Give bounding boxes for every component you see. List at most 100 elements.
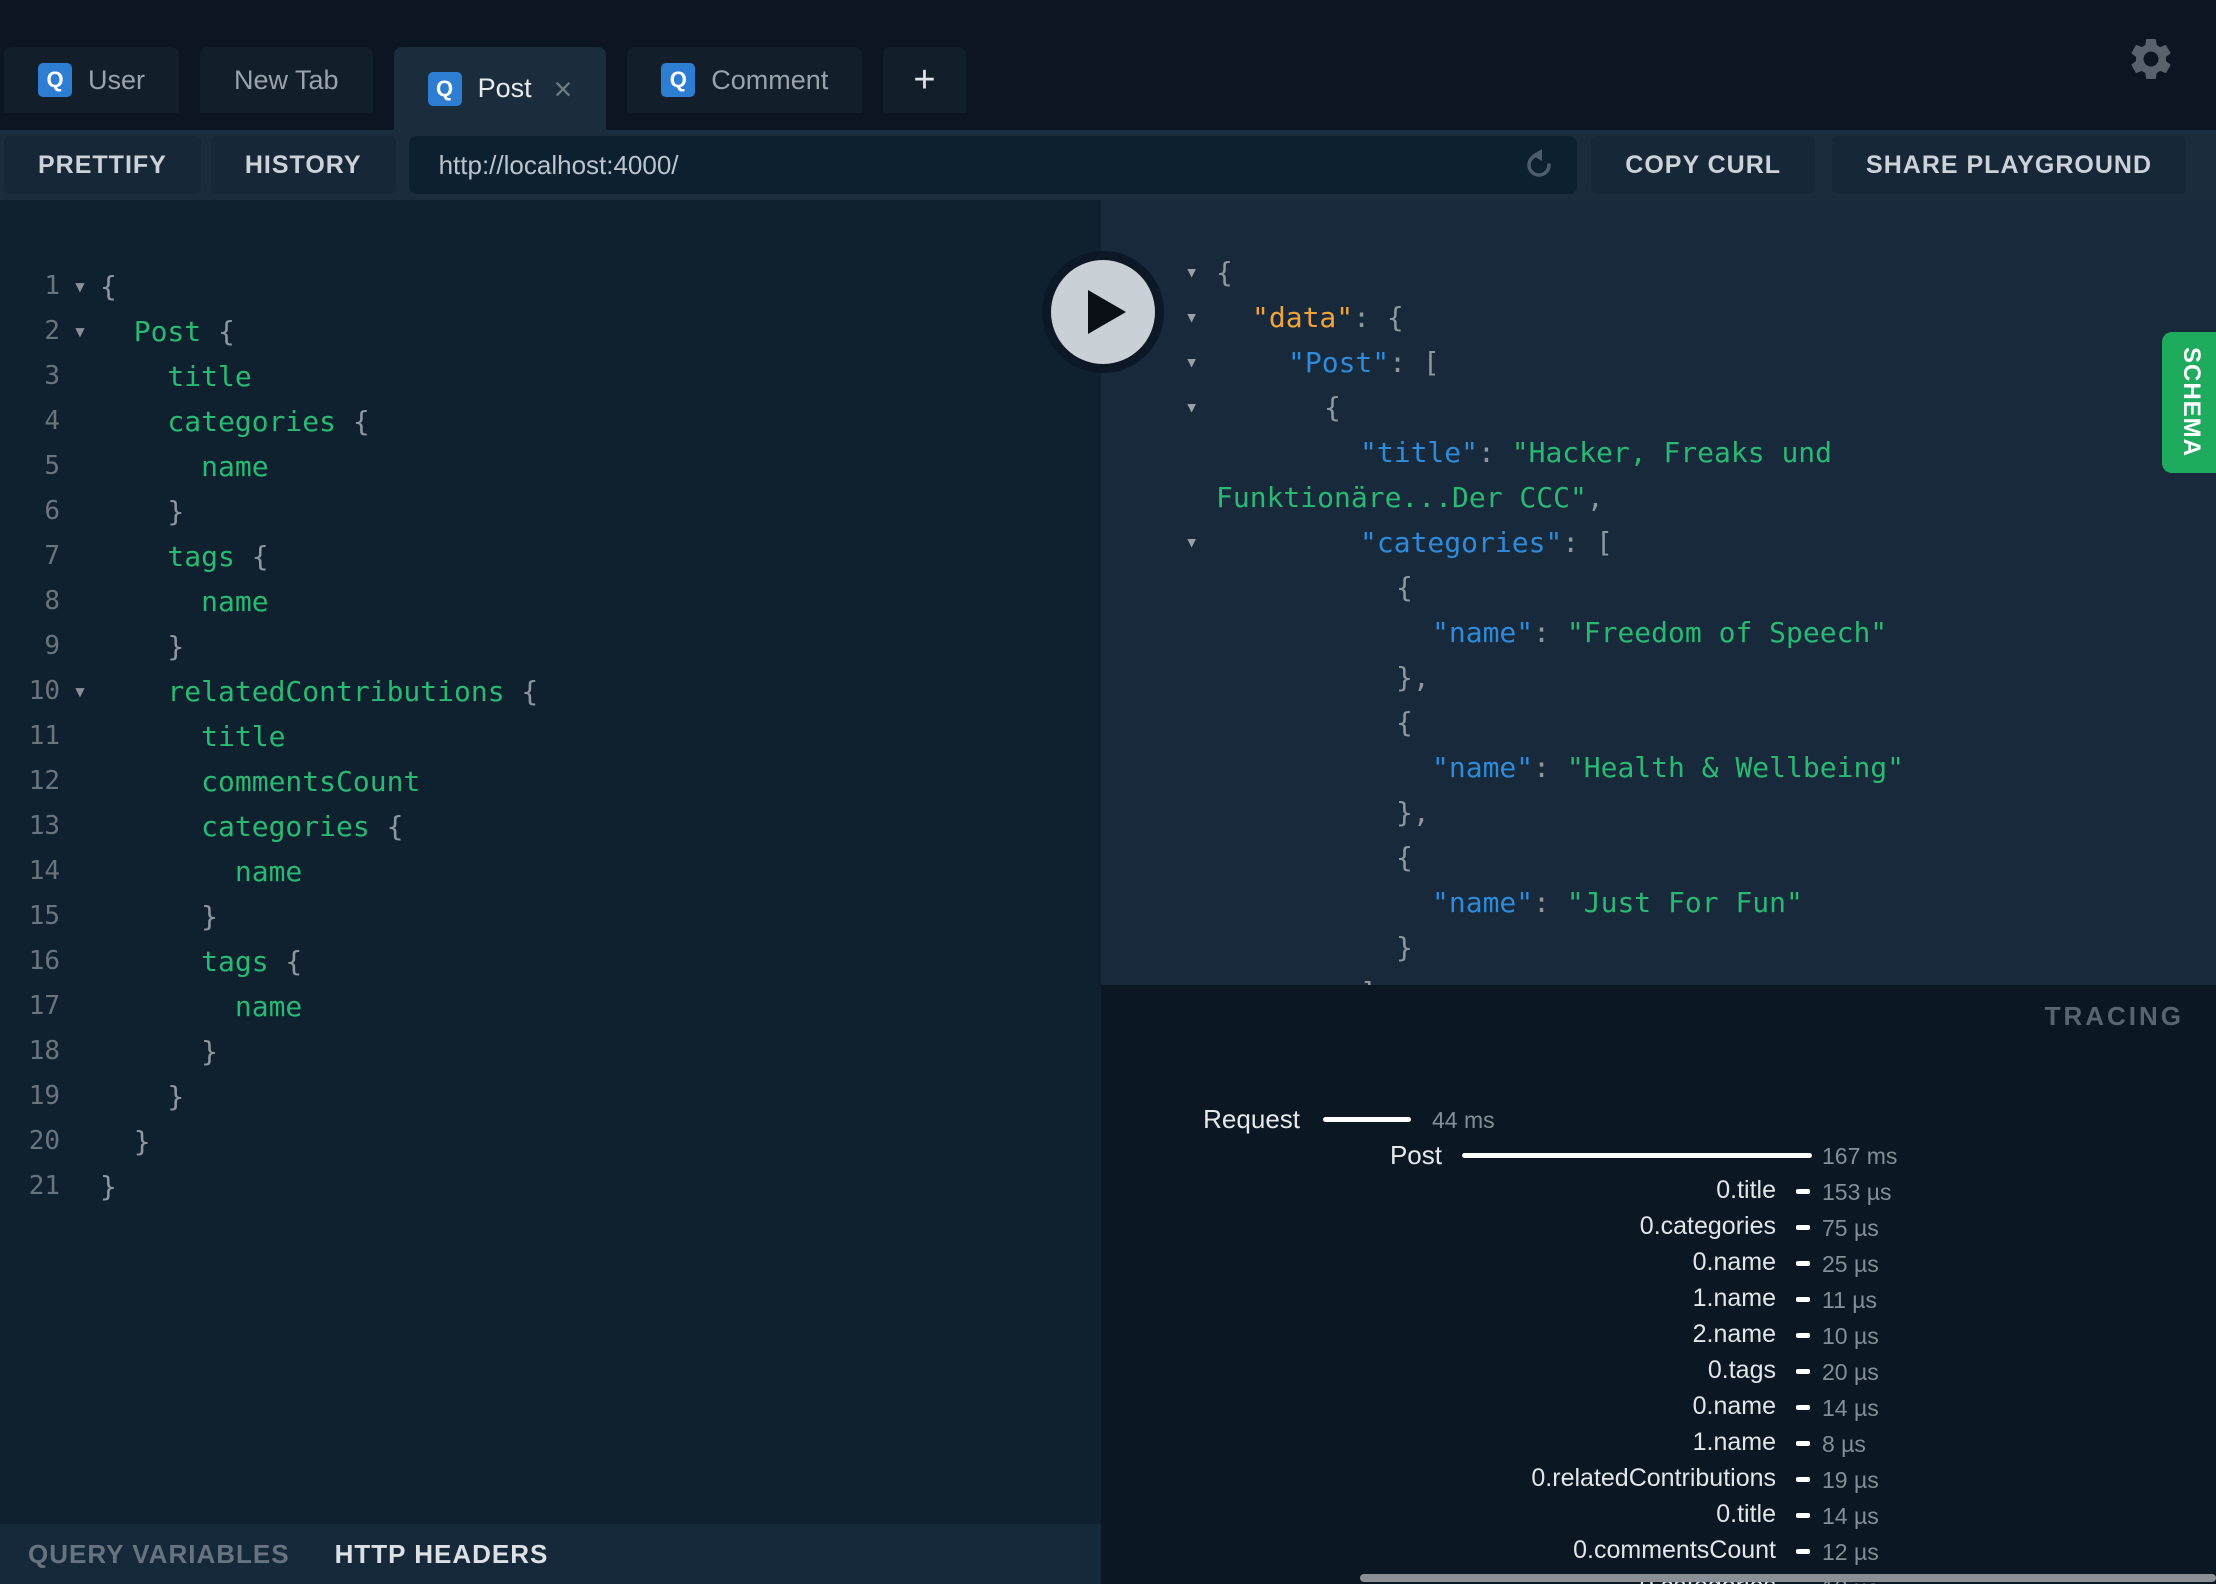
trace-duration: 44 ms: [1432, 1107, 1495, 1133]
editor-line: 20 }: [0, 1119, 1101, 1164]
code-token: categories: [100, 405, 337, 438]
editor-line: 17 name: [0, 984, 1101, 1029]
resolver-path: 0.title: [1716, 1176, 1776, 1204]
fold-arrow-icon[interactable]: ▾: [60, 309, 100, 354]
endpoint-input[interactable]: http://localhost:4000/: [408, 136, 1578, 194]
prettify-button[interactable]: PRETTIFY: [4, 136, 201, 194]
fold-arrow-icon[interactable]: ▾: [60, 669, 100, 714]
code-token: "title": [1360, 436, 1479, 469]
editor-line: 19 }: [0, 1074, 1101, 1119]
line-number: 11: [28, 721, 60, 751]
resolver-duration: 10 µs: [1822, 1323, 1879, 1349]
line-code: "title": "Hacker, Freaks und: [1216, 430, 1832, 475]
horizontal-scrollbar-thumb[interactable]: [1360, 1574, 2216, 1582]
code-token: name: [100, 990, 303, 1023]
resolver-duration: 153 µs: [1822, 1179, 1892, 1205]
collapse-arrow-icon[interactable]: ▾: [1101, 520, 1216, 565]
editor-line: 1 ▾{: [0, 264, 1101, 309]
collapse-arrow-icon[interactable]: ▾: [1101, 385, 1216, 430]
resolver-path: 1.name: [1692, 1428, 1776, 1456]
line-code: categories {: [100, 399, 370, 444]
response-line: ▾ "categories": [: [1101, 520, 2216, 565]
history-button[interactable]: HISTORY: [210, 136, 396, 194]
line-code: commentsCount: [100, 759, 420, 804]
tab-bar: Q User New Tab Q Post × Q Comment +: [0, 0, 2216, 130]
copy-curl-button[interactable]: COPY CURL: [1591, 136, 1816, 194]
code-token: "Health & Wellbeing": [1566, 751, 1905, 784]
add-tab-button[interactable]: +: [883, 47, 966, 113]
line-number: 18: [28, 1036, 60, 1066]
trace-bar: [1796, 1225, 1810, 1230]
tab-label: New Tab: [234, 64, 339, 95]
line-number: 15: [28, 901, 60, 931]
resolver-path: 0.commentsCount: [1573, 1536, 1776, 1564]
tab-comment[interactable]: Q Comment: [627, 47, 863, 113]
tracing-panel: TRACING Request 44 ms Post 167 ms 0.titl…: [1101, 985, 2216, 1584]
code-token: :: [1389, 346, 1423, 379]
query-variables-tab[interactable]: QUERY VARIABLES: [28, 1539, 290, 1570]
code-token: ,: [1586, 481, 1604, 514]
line-code: name: [100, 849, 302, 894]
line-number: 19: [28, 1081, 60, 1111]
code-token: :: [1533, 616, 1567, 649]
settings-gear-icon[interactable]: [2126, 34, 2176, 84]
line-code: },: [1216, 655, 1430, 700]
editor-line: 12 commentsCount: [0, 759, 1101, 804]
query-badge: Q: [38, 63, 72, 97]
reload-schema-icon[interactable]: [1521, 147, 1557, 190]
resolver-duration: 20 µs: [1822, 1359, 1879, 1385]
editor-line: 2 ▾ Post {: [0, 309, 1101, 354]
response-line: {: [1101, 565, 2216, 610]
trace-bar: [1796, 1333, 1810, 1338]
code-token: {: [100, 270, 117, 303]
tab-new-tab[interactable]: New Tab: [200, 47, 373, 113]
schema-sidebar-tab[interactable]: SCHEMA: [2162, 332, 2216, 473]
http-headers-tab[interactable]: HTTP HEADERS: [335, 1539, 549, 1570]
response-line: "title": "Hacker, Freaks und: [1101, 430, 2216, 475]
code-token: categories: [100, 810, 370, 843]
line-number: 7: [44, 541, 60, 571]
editor-line: 16 tags {: [0, 939, 1101, 984]
resolver-duration: 14 µs: [1822, 1395, 1879, 1421]
line-number: 17: [28, 991, 60, 1021]
trace-label: Post: [1389, 1140, 1442, 1170]
share-playground-button[interactable]: SHARE PLAYGROUND: [1832, 136, 2186, 194]
endpoint-url-text: http://localhost:4000/: [438, 149, 679, 180]
line-code: name: [100, 444, 268, 489]
close-tab-icon[interactable]: ×: [554, 73, 573, 105]
line-code: {: [1216, 835, 1413, 880]
code-token: "name": [1432, 751, 1534, 784]
graphql-playground-window: Q User New Tab Q Post × Q Comment + PRETTIFY HI…: [0, 0, 2216, 1584]
query-editor[interactable]: 1 ▾{2 ▾ Post {3 title 4 categories {5 name 6…: [0, 200, 1101, 1584]
trace-resolver-row: 0.title 153 µs: [1101, 1173, 2216, 1209]
line-number: 5: [44, 451, 60, 481]
response-line: ▾{: [1101, 385, 2216, 430]
trace-resolver-row: 2.name 10 µs: [1101, 1317, 2216, 1353]
editor-line: 14 name: [0, 849, 1101, 894]
tab-user[interactable]: Q User: [4, 47, 180, 113]
code-token: "categories": [1360, 526, 1563, 559]
tab-post[interactable]: Q Post ×: [393, 47, 607, 130]
line-number: 13: [28, 811, 60, 841]
line-number: 6: [44, 496, 60, 526]
trace-bar: [1796, 1441, 1810, 1446]
code-token: {: [336, 405, 370, 438]
tracing-header[interactable]: TRACING: [2045, 1001, 2184, 1032]
response-line: "name": "Freedom of Speech": [1101, 610, 2216, 655]
response-line: {: [1101, 835, 2216, 880]
editor-line: 18 }: [0, 1029, 1101, 1074]
line-code: "Post": [: [1216, 340, 1440, 385]
line-code: name: [100, 984, 302, 1029]
code-token: "data": [1252, 301, 1354, 334]
response-line: ▾ "data": {: [1101, 295, 2216, 340]
resolver-duration: 11 µs: [1822, 1287, 1878, 1313]
editor-line: 13 categories {: [0, 804, 1101, 849]
trace-bar: [1323, 1117, 1411, 1122]
play-icon: [1051, 260, 1155, 364]
line-code: }: [100, 624, 184, 669]
resolver-path: 0.title: [1716, 1500, 1776, 1528]
fold-arrow-icon[interactable]: ▾: [60, 264, 100, 309]
trace-bar: [1796, 1297, 1810, 1302]
code-token: {: [1324, 391, 1341, 424]
execute-query-button[interactable]: [1042, 251, 1164, 373]
